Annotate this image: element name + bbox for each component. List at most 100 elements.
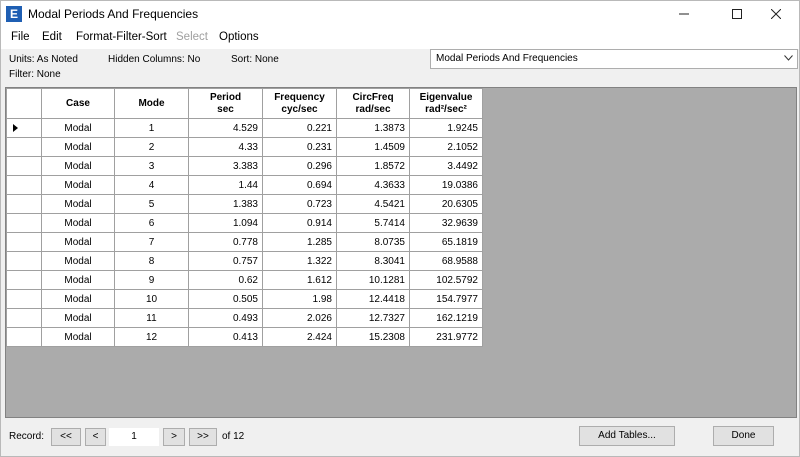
table-cell[interactable]: 0.493 xyxy=(188,308,263,328)
table-cell[interactable]: 5 xyxy=(114,194,189,214)
table-row[interactable]: Modal 6 1.094 0.914 5.7414 32.9639 xyxy=(6,213,483,233)
record-number-input[interactable]: 1 xyxy=(109,428,159,446)
table-cell[interactable]: 12.4418 xyxy=(336,289,410,309)
row-selector[interactable] xyxy=(6,308,42,328)
data-grid-area[interactable]: Case Mode Period sec Frequency cyc/sec Cir… xyxy=(5,87,797,418)
table-cell[interactable]: 102.5792 xyxy=(409,270,483,290)
table-row[interactable]: Modal 12 0.413 2.424 15.2308 231.9772 xyxy=(6,327,483,347)
table-cell[interactable]: 15.2308 xyxy=(336,327,410,347)
table-cell[interactable]: 2 xyxy=(114,137,189,157)
col-header-period[interactable]: Period sec xyxy=(188,88,263,119)
table-cell[interactable]: 4.3633 xyxy=(336,175,410,195)
table-cell[interactable]: 0.62 xyxy=(188,270,263,290)
table-cell[interactable]: 8 xyxy=(114,251,189,271)
table-row[interactable]: Modal 9 0.62 1.612 10.1281 102.5792 xyxy=(6,270,483,290)
table-cell[interactable]: 19.0386 xyxy=(409,175,483,195)
table-cell[interactable]: 4.5421 xyxy=(336,194,410,214)
row-selector[interactable] xyxy=(6,289,42,309)
table-cell[interactable]: 4.529 xyxy=(188,118,263,138)
table-cell[interactable]: Modal xyxy=(41,118,115,138)
table-row[interactable]: Modal 2 4.33 0.231 1.4509 2.1052 xyxy=(6,137,483,157)
table-cell[interactable]: Modal xyxy=(41,213,115,233)
table-cell[interactable]: 154.7977 xyxy=(409,289,483,309)
table-cell[interactable]: 7 xyxy=(114,232,189,252)
table-cell[interactable]: 0.694 xyxy=(262,175,337,195)
menu-select[interactable]: Select xyxy=(176,31,208,43)
minimize-button[interactable] xyxy=(661,1,707,27)
table-row[interactable]: Modal 10 0.505 1.98 12.4418 154.7977 xyxy=(6,289,483,309)
table-cell[interactable]: Modal xyxy=(41,270,115,290)
table-cell[interactable]: 12.7327 xyxy=(336,308,410,328)
table-cell[interactable]: 9 xyxy=(114,270,189,290)
table-cell[interactable]: Modal xyxy=(41,289,115,309)
row-selector[interactable] xyxy=(6,213,42,233)
table-selector-dropdown[interactable]: Modal Periods And Frequencies xyxy=(430,49,798,69)
table-cell[interactable]: 1.98 xyxy=(262,289,337,309)
table-cell[interactable]: 1.44 xyxy=(188,175,263,195)
table-cell[interactable]: 11 xyxy=(114,308,189,328)
table-cell[interactable]: 0.757 xyxy=(188,251,263,271)
close-button[interactable] xyxy=(753,1,799,27)
table-cell[interactable]: Modal xyxy=(41,232,115,252)
table-cell[interactable]: 1.612 xyxy=(262,270,337,290)
table-row[interactable]: Modal 4 1.44 0.694 4.3633 19.0386 xyxy=(6,175,483,195)
table-row[interactable]: Modal 3 3.383 0.296 1.8572 3.4492 xyxy=(6,156,483,176)
table-row[interactable]: Modal 8 0.757 1.322 8.3041 68.9588 xyxy=(6,251,483,271)
col-header-frequency[interactable]: Frequency cyc/sec xyxy=(262,88,337,119)
table-cell[interactable]: 162.1219 xyxy=(409,308,483,328)
row-selector[interactable] xyxy=(6,251,42,271)
table-cell[interactable]: Modal xyxy=(41,194,115,214)
table-cell[interactable]: 0.231 xyxy=(262,137,337,157)
table-cell[interactable]: 3 xyxy=(114,156,189,176)
table-cell[interactable]: 3.383 xyxy=(188,156,263,176)
row-selector[interactable] xyxy=(6,118,42,138)
table-cell[interactable]: 2.026 xyxy=(262,308,337,328)
menu-edit[interactable]: Edit xyxy=(42,31,62,43)
table-cell[interactable]: 1.4509 xyxy=(336,137,410,157)
row-selector[interactable] xyxy=(6,327,42,347)
table-cell[interactable]: 2.424 xyxy=(262,327,337,347)
table-cell[interactable]: 0.505 xyxy=(188,289,263,309)
row-selector[interactable] xyxy=(6,175,42,195)
table-row[interactable]: Modal 1 4.529 0.221 1.3873 1.9245 xyxy=(6,118,483,138)
table-cell[interactable]: Modal xyxy=(41,137,115,157)
table-cell[interactable]: 1.322 xyxy=(262,251,337,271)
next-record-button[interactable]: > xyxy=(163,428,185,446)
menu-file[interactable]: File xyxy=(11,31,30,43)
table-cell[interactable]: 10 xyxy=(114,289,189,309)
table-cell[interactable]: 0.723 xyxy=(262,194,337,214)
row-selector[interactable] xyxy=(6,232,42,252)
table-cell[interactable]: Modal xyxy=(41,308,115,328)
table-cell[interactable]: 5.7414 xyxy=(336,213,410,233)
table-cell[interactable]: 68.9588 xyxy=(409,251,483,271)
table-row[interactable]: Modal 5 1.383 0.723 4.5421 20.6305 xyxy=(6,194,483,214)
table-cell[interactable]: 231.9772 xyxy=(409,327,483,347)
last-record-button[interactable]: >> xyxy=(189,428,217,446)
table-cell[interactable]: 1.3873 xyxy=(336,118,410,138)
col-header-circfreq[interactable]: CircFreq rad/sec xyxy=(336,88,410,119)
table-cell[interactable]: 4 xyxy=(114,175,189,195)
table-cell[interactable]: 0.221 xyxy=(262,118,337,138)
table-cell[interactable]: 20.6305 xyxy=(409,194,483,214)
table-cell[interactable]: 4.33 xyxy=(188,137,263,157)
add-tables-button[interactable]: Add Tables... xyxy=(579,426,675,446)
row-selector[interactable] xyxy=(6,270,42,290)
col-header-case[interactable]: Case xyxy=(41,88,115,119)
table-cell[interactable]: Modal xyxy=(41,175,115,195)
table-cell[interactable]: 1.383 xyxy=(188,194,263,214)
table-cell[interactable]: 1.094 xyxy=(188,213,263,233)
table-cell[interactable]: 0.413 xyxy=(188,327,263,347)
table-cell[interactable]: Modal xyxy=(41,251,115,271)
table-row[interactable]: Modal 7 0.778 1.285 8.0735 65.1819 xyxy=(6,232,483,252)
row-selector[interactable] xyxy=(6,137,42,157)
prev-record-button[interactable]: < xyxy=(85,428,106,446)
table-cell[interactable]: 1.9245 xyxy=(409,118,483,138)
table-cell[interactable]: 10.1281 xyxy=(336,270,410,290)
table-cell[interactable]: 0.296 xyxy=(262,156,337,176)
row-selector[interactable] xyxy=(6,194,42,214)
table-cell[interactable]: 8.0735 xyxy=(336,232,410,252)
menu-format-filter-sort[interactable]: Format-Filter-Sort xyxy=(76,31,167,43)
table-cell[interactable]: 12 xyxy=(114,327,189,347)
table-cell[interactable]: Modal xyxy=(41,327,115,347)
table-cell[interactable]: 3.4492 xyxy=(409,156,483,176)
